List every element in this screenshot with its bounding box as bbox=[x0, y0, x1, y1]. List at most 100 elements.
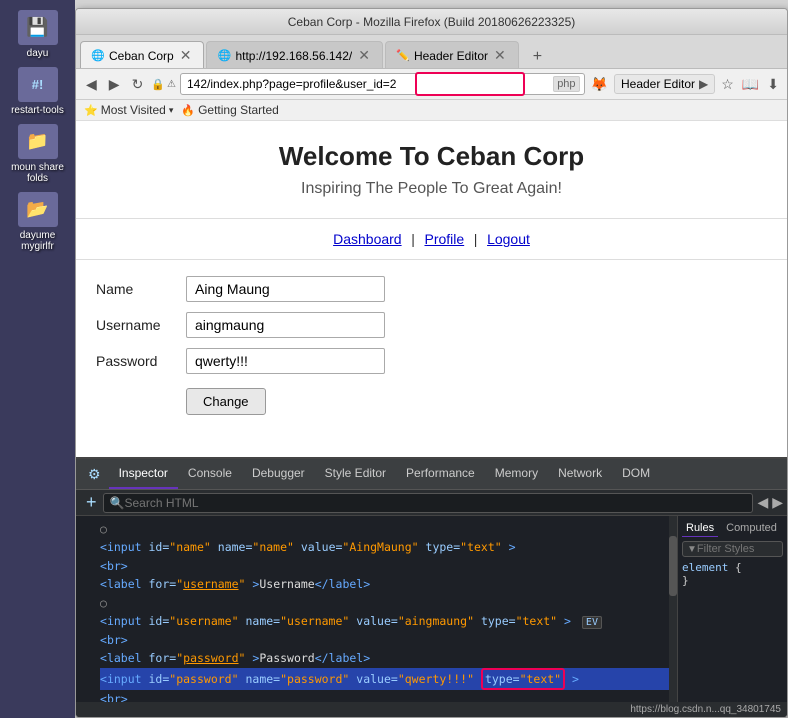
devtools-tab-bar: ⚙ Inspector Console Debugger Style Edito… bbox=[76, 459, 787, 490]
dt-tab-inspector[interactable]: Inspector bbox=[109, 459, 178, 489]
nav-logout[interactable]: Logout bbox=[487, 231, 530, 247]
devtools-nav-buttons: ◀ ▶ bbox=[757, 494, 783, 511]
tab-ceban-favicon: 🌐 bbox=[91, 49, 105, 63]
desktop-icon-restart[interactable]: #! restart-tools bbox=[5, 67, 70, 116]
html-panel-scrollbar[interactable] bbox=[669, 516, 677, 702]
tab-he-close[interactable]: ✕ bbox=[492, 47, 508, 64]
tab-ceban-close[interactable]: ✕ bbox=[178, 47, 194, 64]
nav-sep-1: | bbox=[411, 231, 415, 247]
dt-tab-console[interactable]: Console bbox=[178, 459, 242, 489]
devtools-body: ○ <input id="name" name="name" value="Ai… bbox=[76, 516, 787, 702]
form-row-button: Change bbox=[96, 384, 767, 415]
name-input[interactable] bbox=[186, 276, 385, 302]
browser-title: Ceban Corp - Mozilla Firefox (Build 2018… bbox=[288, 15, 576, 29]
dayume-icon: 📂 bbox=[18, 192, 58, 227]
dt-tab-debugger[interactable]: Debugger bbox=[242, 459, 315, 489]
bookmark-icon[interactable]: ☆ bbox=[719, 74, 736, 95]
devtools: ⚙ Inspector Console Debugger Style Edito… bbox=[76, 457, 787, 717]
username-input[interactable] bbox=[186, 312, 385, 338]
folder-icon: 📁 bbox=[18, 124, 58, 159]
title-bar: Ceban Corp - Mozilla Firefox (Build 2018… bbox=[76, 9, 787, 35]
new-tab-button[interactable]: + bbox=[525, 46, 550, 68]
search-icon: 🔍 bbox=[110, 496, 125, 510]
header-editor-bar[interactable]: Header Editor ▶ bbox=[614, 74, 715, 94]
desktop-icon-dayu[interactable]: 💾 dayu bbox=[5, 10, 70, 59]
header-editor-label: Header Editor bbox=[621, 77, 695, 91]
nav-sep-2: | bbox=[474, 231, 478, 247]
page-nav: Dashboard | Profile | Logout bbox=[76, 219, 787, 260]
tab-url-close[interactable]: ✕ bbox=[356, 47, 372, 64]
nav-dashboard[interactable]: Dashboard bbox=[333, 231, 402, 247]
tab-ceban-title: Ceban Corp bbox=[109, 49, 174, 63]
devtools-icon[interactable]: ⚙ bbox=[80, 460, 109, 489]
header-editor-arrow: ▶ bbox=[699, 77, 708, 91]
desktop-icon-folder[interactable]: 📁 moun share folds bbox=[5, 124, 70, 184]
getting-started-icon: 🔥 bbox=[181, 104, 195, 117]
tab-bar: 🌐 Ceban Corp ✕ 🌐 http://192.168.56.142/ … bbox=[76, 35, 787, 69]
devtools-search-box[interactable]: 🔍 bbox=[103, 493, 754, 513]
html-panel: ○ <input id="name" name="name" value="Ai… bbox=[76, 516, 669, 702]
security-icons: 🔒 ⚠ bbox=[151, 78, 176, 91]
html-line-circle1: ○ bbox=[100, 520, 661, 538]
dt-tab-memory[interactable]: Memory bbox=[485, 459, 548, 489]
tab-he-favicon: ✏️ bbox=[396, 49, 410, 63]
forward-button[interactable]: ▶ bbox=[105, 74, 124, 95]
restart-icon: #! bbox=[18, 67, 58, 102]
browser-window: Ceban Corp - Mozilla Firefox (Build 2018… bbox=[75, 8, 788, 718]
name-label: Name bbox=[96, 281, 186, 297]
nav-profile[interactable]: Profile bbox=[424, 231, 464, 247]
devtools-search-input[interactable] bbox=[124, 496, 746, 510]
tab-url-favicon: 🌐 bbox=[217, 49, 231, 63]
devtools-prev-button[interactable]: ◀ bbox=[757, 494, 768, 511]
dt-tab-performance[interactable]: Performance bbox=[396, 459, 485, 489]
rules-tab-rules[interactable]: Rules bbox=[682, 520, 718, 537]
bookmark-most-visited[interactable]: ⭐ Most Visited ▾ bbox=[84, 103, 173, 117]
filter-styles-box[interactable]: ▼ bbox=[682, 541, 783, 557]
page-header: Welcome To Ceban Corp Inspiring The Peop… bbox=[76, 121, 787, 219]
scrollbar-thumb[interactable] bbox=[669, 536, 677, 596]
devtools-add-button[interactable]: + bbox=[80, 492, 103, 513]
ev-icon: ⚠ bbox=[167, 79, 176, 90]
tab-ceban[interactable]: 🌐 Ceban Corp ✕ bbox=[80, 41, 204, 68]
bottom-url: https://blog.csdn.n...qq_34801745 bbox=[630, 704, 781, 715]
html-line-input-username[interactable]: <input id="username" name="username" val… bbox=[100, 612, 661, 631]
restart-label: restart-tools bbox=[11, 105, 64, 116]
rules-tab-computed[interactable]: Computed bbox=[722, 520, 781, 537]
most-visited-chevron: ▾ bbox=[169, 105, 174, 116]
tab-url-title: http://192.168.56.142/ bbox=[235, 49, 352, 63]
change-button[interactable]: Change bbox=[186, 388, 266, 415]
password-label: Password bbox=[96, 353, 186, 369]
bookmark-getting-started[interactable]: 🔥 Getting Started bbox=[181, 103, 278, 117]
html-line-input-password[interactable]: <input id="password" name="password" val… bbox=[100, 668, 669, 690]
html-line-input-name[interactable]: <input id="name" name="name" value="Aing… bbox=[100, 538, 661, 556]
html-line-label-password[interactable]: <label for="password" >Password</label> bbox=[100, 649, 661, 667]
dt-tab-network[interactable]: Network bbox=[548, 459, 612, 489]
url-input[interactable] bbox=[180, 73, 585, 95]
php-badge: php bbox=[553, 76, 579, 92]
devtools-next-button[interactable]: ▶ bbox=[772, 494, 783, 511]
dt-tab-style-editor[interactable]: Style Editor bbox=[315, 459, 396, 489]
rules-panel: Rules Computed ▼ element {} bbox=[677, 516, 787, 702]
page-title: Welcome To Ceban Corp bbox=[96, 141, 767, 172]
dayu-label: dayu bbox=[27, 48, 49, 59]
reader-icon[interactable]: 📖 bbox=[740, 74, 761, 95]
tab-url[interactable]: 🌐 http://192.168.56.142/ ✕ bbox=[206, 41, 383, 68]
reload-button[interactable]: ↻ bbox=[128, 74, 148, 95]
form-row-username: Username bbox=[96, 312, 767, 338]
url-bar: ◀ ▶ ↻ 🔒 ⚠ php 🦊 Header Editor ▶ ☆ 📖 ⬇ bbox=[76, 69, 787, 100]
html-line-circle2: ○ bbox=[100, 594, 661, 612]
form-area: Name Username Password Change bbox=[76, 260, 787, 441]
filter-styles-input[interactable] bbox=[697, 543, 767, 555]
lock-icon: 🔒 bbox=[151, 78, 165, 91]
password-input[interactable] bbox=[186, 348, 385, 374]
page-content: Welcome To Ceban Corp Inspiring The Peop… bbox=[76, 121, 787, 457]
dt-tab-dom[interactable]: DOM bbox=[612, 459, 660, 489]
bookmarks-bar: ⭐ Most Visited ▾ 🔥 Getting Started bbox=[76, 100, 787, 121]
desktop-icon-dayume[interactable]: 📂 dayume mygirlfr bbox=[5, 192, 70, 252]
html-line-label-username[interactable]: <label for="username" >Username</label> bbox=[100, 575, 661, 593]
tab-header-editor[interactable]: ✏️ Header Editor ✕ bbox=[385, 41, 519, 68]
back-button[interactable]: ◀ bbox=[82, 74, 101, 95]
url-input-wrapper: php bbox=[180, 73, 585, 95]
download-icon[interactable]: ⬇ bbox=[765, 74, 781, 95]
firefox-icon: 🦊 bbox=[589, 74, 610, 95]
